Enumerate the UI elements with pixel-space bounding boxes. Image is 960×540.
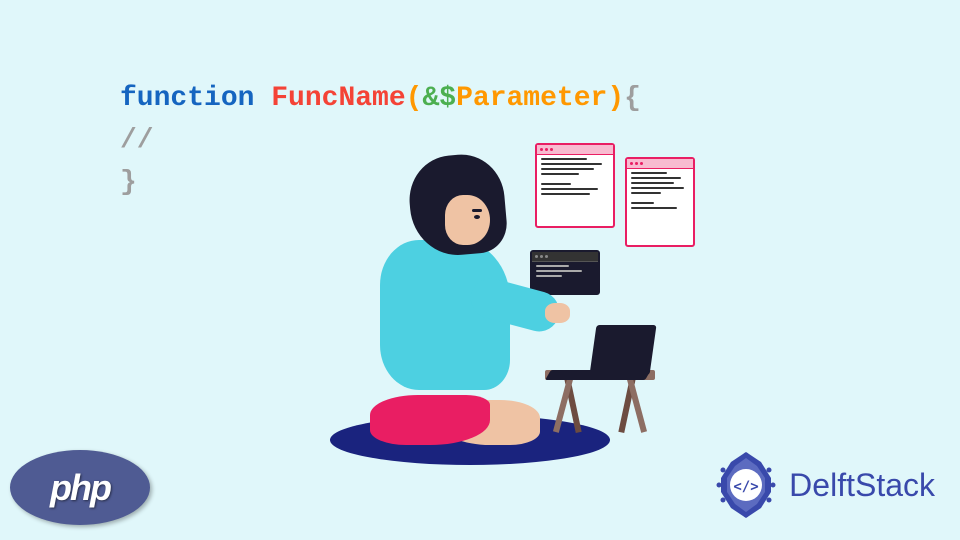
keyword-function: function: [120, 83, 254, 114]
window-header: [537, 145, 613, 155]
paren-open: (: [406, 83, 423, 114]
window-header: [627, 159, 693, 169]
function-name: FuncName: [271, 83, 405, 114]
php-logo: php: [10, 450, 150, 525]
delftstack-logo: </> DelftStack: [711, 450, 935, 520]
php-logo-text: php: [50, 467, 110, 509]
brace-open: {: [624, 83, 641, 114]
ampersand: &: [422, 83, 439, 114]
paren-close: ): [607, 83, 624, 114]
person-illustration: [350, 165, 550, 445]
parameter-name: Parameter: [456, 83, 607, 114]
developer-illustration: [280, 115, 700, 495]
code-line-1: function FuncName(&$Parameter){: [120, 78, 641, 120]
svg-text:</>: </>: [734, 479, 759, 495]
delftstack-icon: </>: [711, 450, 781, 520]
dollar-sign: $: [439, 83, 456, 114]
delftstack-text: DelftStack: [789, 467, 935, 504]
laptop-stand: [545, 370, 655, 440]
code-window-2: [625, 157, 695, 247]
